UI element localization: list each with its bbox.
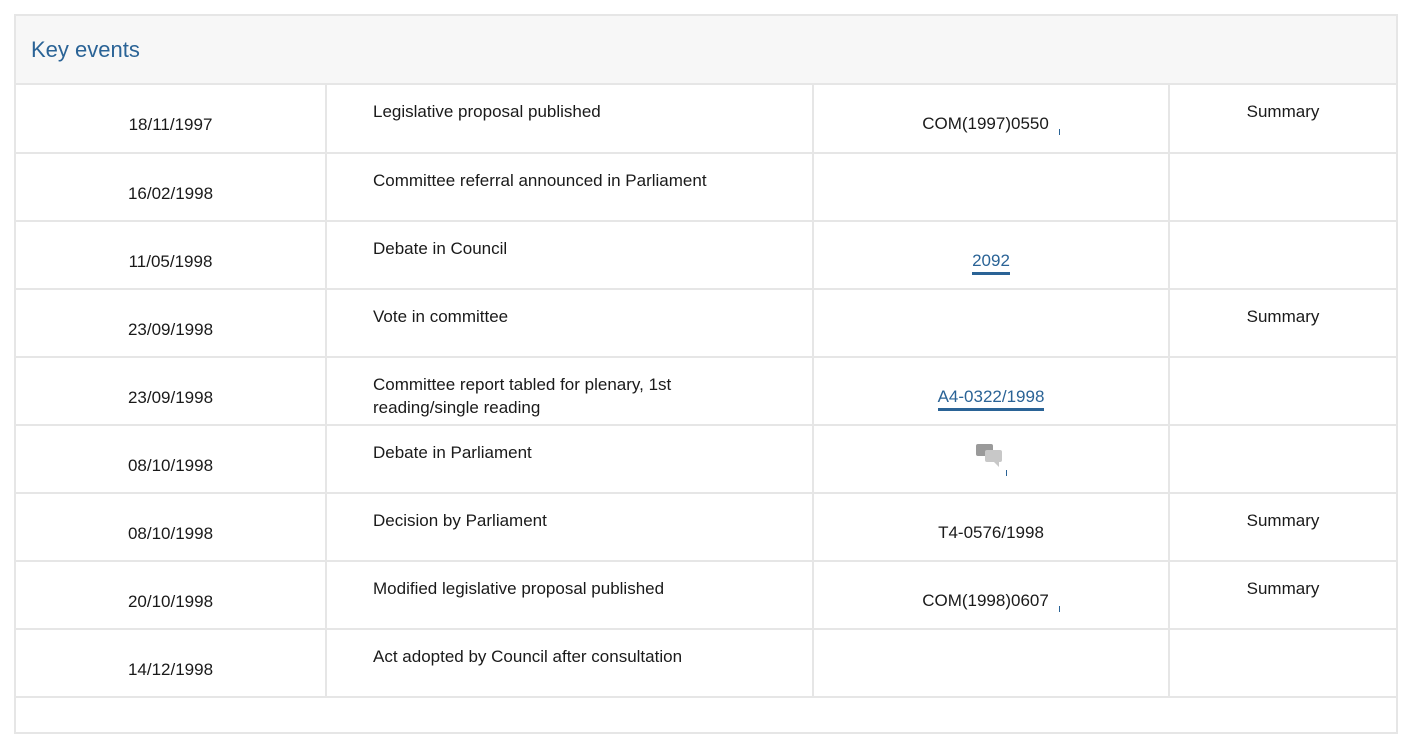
document-link[interactable]: 2092 — [972, 251, 1010, 275]
event-row: 14/12/1998 Act adopted by Council after c… — [16, 628, 1396, 698]
event-row: 08/10/1998 Debate in Parliament — [16, 424, 1396, 494]
document-reference[interactable]: COM(1998)0607 — [922, 591, 1049, 610]
event-summary — [1168, 424, 1396, 494]
event-summary — [1168, 628, 1396, 698]
document-reference: T4-0576/1998 — [938, 523, 1044, 542]
event-document-cell: COM(1998)0607 — [812, 560, 1170, 630]
event-summary — [1168, 220, 1396, 290]
panel-header: Key events — [16, 16, 1396, 85]
event-summary[interactable]: Summary — [1168, 492, 1396, 562]
event-document-cell — [812, 628, 1170, 698]
event-summary[interactable]: Summary — [1168, 560, 1396, 630]
document-link[interactable]: A4-0322/1998 — [937, 387, 1045, 411]
event-document-cell: T4-0576/1998 — [812, 492, 1170, 562]
event-date: 11/05/1998 — [16, 220, 327, 290]
event-description: Committee referral announced in Parliame… — [325, 152, 814, 222]
event-document-cell: 2092 — [812, 220, 1170, 290]
event-row: 23/09/1998 Committee report tabled for pl… — [16, 356, 1396, 426]
event-date: 20/10/1998 — [16, 560, 327, 630]
event-document-cell — [812, 288, 1170, 358]
event-date: 08/10/1998 — [16, 492, 327, 562]
key-events-panel: Key events 18/11/1997 Legislative proposa… — [14, 14, 1398, 734]
event-date: 14/12/1998 — [16, 628, 327, 698]
key-events-table: 18/11/1997 Legislative proposal published… — [16, 85, 1396, 698]
event-description: Decision by Parliament — [325, 492, 814, 562]
event-date: 08/10/1998 — [16, 424, 327, 494]
event-document-cell: COM(1997)0550 — [812, 85, 1170, 154]
event-description: Modified legislative proposal published — [325, 560, 814, 630]
event-document-cell — [812, 152, 1170, 222]
event-row: 08/10/1998 Decision by Parliament T4-0576/… — [16, 492, 1396, 562]
event-summary — [1168, 356, 1396, 426]
debate-speech-bubbles-icon[interactable] — [976, 444, 1007, 476]
event-summary[interactable]: Summary — [1168, 288, 1396, 358]
event-row: 11/05/1998 Debate in Council 2092 — [16, 220, 1396, 290]
event-description: Legislative proposal published — [325, 85, 814, 154]
event-date: 16/02/1998 — [16, 152, 327, 222]
event-summary[interactable]: Summary — [1168, 85, 1396, 154]
panel-title: Key events — [31, 36, 140, 62]
event-row: 16/02/1998 Committee referral announced i… — [16, 152, 1396, 222]
event-description: Debate in Council — [325, 220, 814, 290]
event-summary — [1168, 152, 1396, 222]
event-row: 20/10/1998 Modified legislative proposal … — [16, 560, 1396, 630]
event-description: Act adopted by Council after consultatio… — [325, 628, 814, 698]
event-description: Vote in committee — [325, 288, 814, 358]
event-description: Committee report tabled for plenary, 1st… — [325, 356, 814, 426]
event-row: 23/09/1998 Vote in committee Summary — [16, 288, 1396, 358]
key-events-body: 18/11/1997 Legislative proposal published… — [16, 85, 1396, 698]
event-document-cell: A4-0322/1998 — [812, 356, 1170, 426]
event-document-cell — [812, 424, 1170, 494]
document-reference[interactable]: COM(1997)0550 — [922, 114, 1049, 133]
event-date: 23/09/1998 — [16, 288, 327, 358]
event-date: 18/11/1997 — [16, 85, 327, 154]
external-link-icon[interactable] — [1058, 129, 1060, 135]
event-description: Debate in Parliament — [325, 424, 814, 494]
external-link-icon[interactable] — [1058, 606, 1060, 612]
event-date: 23/09/1998 — [16, 356, 327, 426]
event-row: 18/11/1997 Legislative proposal published… — [16, 85, 1396, 154]
